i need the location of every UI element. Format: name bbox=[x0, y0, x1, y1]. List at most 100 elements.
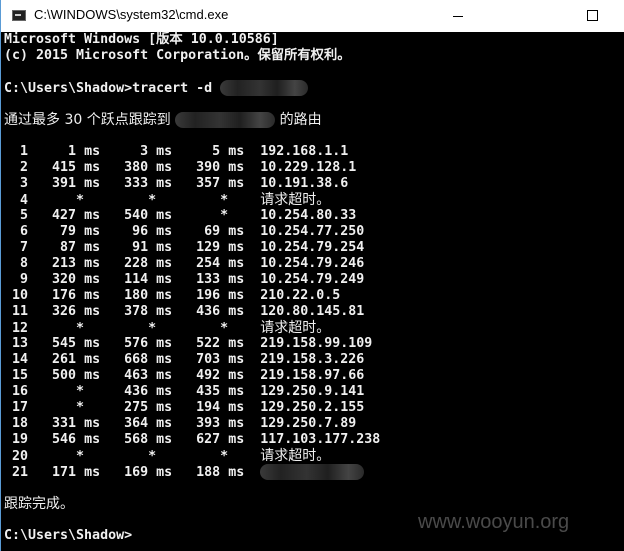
rtt-value: 436 bbox=[196, 304, 221, 319]
prompt[interactable]: C:\Users\Shadow> bbox=[4, 528, 132, 544]
rtt-r3: 133 ms bbox=[188, 272, 244, 287]
hop-number: 18 bbox=[12, 416, 29, 431]
hop-host: 129.250.2.155 bbox=[260, 400, 365, 415]
rtt-value: 254 bbox=[196, 256, 221, 271]
rtt-value: 129 bbox=[196, 240, 221, 255]
rtt-r1: 87 ms bbox=[44, 240, 100, 255]
minimize-button[interactable] bbox=[435, 0, 481, 32]
rtt-value: 79 bbox=[60, 224, 77, 239]
hop-number: 19 bbox=[12, 432, 29, 447]
rtt-r3: 393 ms bbox=[188, 416, 244, 431]
rtt-r3: 436 ms bbox=[188, 304, 244, 319]
hop-host: 10.254.77.250 bbox=[260, 224, 365, 239]
hop-row: 12 * * * 请求超时。 bbox=[4, 320, 330, 336]
rtt-r2: 3 ms bbox=[116, 144, 172, 159]
rtt-r2: 333 ms bbox=[116, 176, 172, 191]
rtt-unit: ms bbox=[156, 384, 173, 399]
rtt-unit: ms bbox=[228, 272, 245, 287]
rtt-unit: ms bbox=[84, 465, 101, 480]
console-output[interactable]: Microsoft Windows [版本 10.0.10586] (c) 20… bbox=[0, 32, 624, 551]
hop-row: 9 320 ms 114 ms 133 ms 10.254.79.249 bbox=[4, 272, 364, 288]
rtt-unit: ms bbox=[84, 272, 101, 287]
hop-row: 5 427 ms 540 ms * 10.254.80.33 bbox=[4, 208, 356, 224]
hop-host: 10.254.79.246 bbox=[260, 256, 365, 271]
rtt-r3: 188 ms bbox=[188, 465, 244, 480]
hop-row: 4 * * * 请求超时。 bbox=[4, 192, 330, 208]
rtt-r1: 331 ms bbox=[44, 416, 100, 431]
rtt-value: 703 bbox=[196, 352, 221, 367]
redacted-host bbox=[260, 464, 365, 480]
hop-host: 129.250.7.89 bbox=[260, 416, 357, 431]
rtt-unit: ms bbox=[228, 432, 245, 447]
rtt-r1: 427 ms bbox=[44, 208, 100, 223]
rtt-r3: 492 ms bbox=[188, 368, 244, 383]
rtt-value: 228 bbox=[124, 256, 149, 271]
rtt-r1: 546 ms bbox=[44, 432, 100, 447]
rtt-value: 87 bbox=[60, 240, 77, 255]
rtt-value: 96 bbox=[132, 224, 149, 239]
hop-number: 3 bbox=[20, 176, 29, 191]
rtt-unit: ms bbox=[156, 272, 173, 287]
rtt-value: 545 bbox=[52, 336, 77, 351]
rtt-value: 357 bbox=[196, 176, 221, 191]
hop-host: 210.22.0.5 bbox=[260, 288, 341, 303]
rtt-r2: 275 ms bbox=[116, 400, 172, 415]
trace-complete: 跟踪完成。 bbox=[4, 496, 74, 512]
hop-number: 14 bbox=[12, 352, 29, 367]
rtt-unit: ms bbox=[156, 160, 173, 175]
rtt-r3: 522 ms bbox=[188, 336, 244, 351]
rtt-unit: ms bbox=[84, 416, 101, 431]
rtt-unit: ms bbox=[156, 208, 173, 223]
rtt-value: 91 bbox=[132, 240, 149, 255]
hop-number: 10 bbox=[12, 288, 29, 303]
redacted-target bbox=[175, 112, 276, 128]
rtt-unit: ms bbox=[84, 144, 101, 159]
hop-row: 8 213 ms 228 ms 254 ms 10.254.79.246 bbox=[4, 256, 364, 272]
hop-host: 请求超时。 bbox=[260, 320, 331, 336]
rtt-value: 393 bbox=[196, 416, 221, 431]
rtt-r1: * bbox=[44, 400, 101, 415]
rtt-value: 261 bbox=[52, 352, 77, 367]
hop-host: 219.158.99.109 bbox=[260, 336, 373, 351]
rtt-unit: ms bbox=[228, 400, 245, 415]
rtt-r3: * bbox=[188, 449, 245, 464]
hop-host: 请求超时。 bbox=[260, 192, 331, 208]
rtt-unit: ms bbox=[228, 368, 245, 383]
rtt-r1: 320 ms bbox=[44, 272, 100, 287]
maximize-button[interactable] bbox=[570, 0, 616, 32]
rtt-value: 171 bbox=[52, 465, 77, 480]
rtt-r3: * bbox=[188, 321, 245, 336]
rtt-unit: ms bbox=[84, 240, 101, 255]
rtt-unit: ms bbox=[84, 432, 101, 447]
rtt-r3: 194 ms bbox=[188, 400, 244, 415]
rtt-value: 69 bbox=[204, 224, 221, 239]
hop-host: 请求超时。 bbox=[260, 448, 331, 464]
hop-number: 11 bbox=[12, 304, 29, 319]
rtt-unit: ms bbox=[84, 288, 101, 303]
rtt-r1: 176 ms bbox=[44, 288, 100, 303]
rtt-r2: 463 ms bbox=[116, 368, 172, 383]
rtt-value: 1 bbox=[68, 144, 77, 159]
rtt-unit: ms bbox=[84, 160, 101, 175]
rtt-r1: 213 ms bbox=[44, 256, 100, 271]
hop-number: 6 bbox=[20, 224, 29, 239]
hop-host: 10.254.79.249 bbox=[260, 272, 365, 287]
rtt-r2: 668 ms bbox=[116, 352, 172, 367]
rtt-unit: ms bbox=[228, 465, 245, 480]
hop-row: 17 * 275 ms 194 ms 129.250.2.155 bbox=[4, 400, 364, 416]
rtt-unit: ms bbox=[156, 465, 173, 480]
rtt-r2: 169 ms bbox=[116, 465, 172, 480]
rtt-r3: 129 ms bbox=[188, 240, 244, 255]
hop-row: 15 500 ms 463 ms 492 ms 219.158.97.66 bbox=[4, 368, 364, 384]
rtt-unit: ms bbox=[156, 176, 173, 191]
rtt-value: 627 bbox=[196, 432, 221, 447]
title-bar[interactable]: C:\WINDOWS\system32\cmd.exe bbox=[0, 0, 624, 32]
rtt-value: 133 bbox=[196, 272, 221, 287]
rtt-r3: 5 ms bbox=[188, 144, 244, 159]
route-suffix: 的路由 bbox=[279, 112, 322, 128]
hop-host: 10.254.80.33 bbox=[260, 208, 357, 223]
rtt-value: 568 bbox=[124, 432, 149, 447]
rtt-r2: 540 ms bbox=[116, 208, 172, 223]
version-line: Microsoft Windows [版本 10.0.10586] bbox=[4, 32, 279, 47]
hop-host: 129.250.9.141 bbox=[260, 384, 365, 399]
